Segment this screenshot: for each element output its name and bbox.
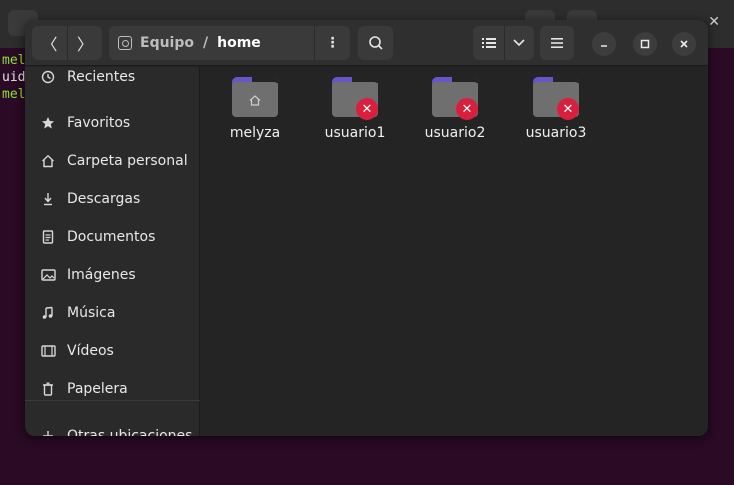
view-options-button[interactable] xyxy=(503,26,534,60)
maximize-button[interactable] xyxy=(633,32,657,56)
list-view-icon xyxy=(481,38,496,48)
view-switcher xyxy=(473,26,534,60)
sidebar-item-label: Otras ubicaciones xyxy=(67,428,193,436)
close-button[interactable] xyxy=(672,32,696,56)
sidebar-item-recientes[interactable]: Recientes xyxy=(25,59,200,95)
back-button[interactable]: 〈 xyxy=(32,26,67,60)
path-bar[interactable]: Equipo / home ⋮ xyxy=(109,26,350,60)
sidebar-item-label: Imágenes xyxy=(67,267,136,283)
star-icon xyxy=(39,114,57,132)
file-view: melyza ✕ usuario1 ✕ usuario2 ✕ usuario3 xyxy=(201,67,708,436)
search-button[interactable] xyxy=(358,26,393,60)
sidebar-item-descargas[interactable]: Descargas xyxy=(25,181,200,217)
minimize-button[interactable] xyxy=(592,32,616,56)
file-name: usuario1 xyxy=(324,125,386,141)
main-menu-button[interactable] xyxy=(540,26,574,60)
file-name: melyza xyxy=(229,125,281,141)
path-menu-button[interactable]: ⋮ xyxy=(314,26,350,60)
search-icon xyxy=(368,36,383,50)
sidebar-item-label: Recientes xyxy=(67,69,136,85)
terminal-line: mel xyxy=(2,53,26,68)
image-icon xyxy=(39,266,57,284)
maximize-icon xyxy=(640,39,650,49)
path-segment-equipo[interactable]: Equipo xyxy=(140,35,194,51)
folder-item-usuario3[interactable]: ✕ usuario3 xyxy=(506,77,606,157)
home-icon xyxy=(248,94,262,106)
trash-icon xyxy=(39,380,57,398)
file-manager-window: 〈 〉 Equipo / home ⋮ Recientes Favoritos … xyxy=(25,20,708,436)
terminal-line: uid xyxy=(2,70,26,85)
sidebar-item-label: Vídeos xyxy=(67,343,114,359)
navigation-buttons: 〈 〉 xyxy=(32,26,102,60)
sidebar-item-label: Papelera xyxy=(67,381,128,397)
close-icon xyxy=(680,40,688,48)
sidebar-item-documentos[interactable]: Documentos xyxy=(25,219,200,255)
chevron-down-icon xyxy=(513,39,525,47)
folder-item-melyza[interactable]: melyza xyxy=(205,77,305,157)
sidebar-item-imagenes[interactable]: Imágenes xyxy=(25,257,200,293)
sidebar-item-label: Música xyxy=(67,305,116,321)
no-access-icon: ✕ xyxy=(557,98,579,120)
terminal-output: mel uid mel xyxy=(2,52,25,103)
hamburger-icon xyxy=(551,38,563,48)
download-icon xyxy=(39,190,57,208)
sidebar-divider xyxy=(25,400,200,401)
sidebar-item-carpeta-personal[interactable]: Carpeta personal xyxy=(25,143,200,179)
sidebar-item-favoritos[interactable]: Favoritos xyxy=(25,105,200,141)
folder-icon xyxy=(232,77,278,117)
sidebar-item-label: Favoritos xyxy=(67,115,131,131)
path-segment-home[interactable]: home xyxy=(217,35,261,51)
terminal-close-icon[interactable]: ✕ xyxy=(708,14,720,30)
sidebar-item-musica[interactable]: Música xyxy=(25,295,200,331)
terminal-line: mel xyxy=(2,87,26,102)
no-access-icon: ✕ xyxy=(356,98,378,120)
sidebar-item-otras-ubicaciones[interactable]: Otras ubicaciones xyxy=(25,418,200,436)
file-name: usuario2 xyxy=(424,125,486,141)
sidebar-item-label: Descargas xyxy=(67,191,141,207)
sidebar-item-label: Documentos xyxy=(67,229,156,245)
sidebar-item-videos[interactable]: Vídeos xyxy=(25,333,200,369)
folder-icon: ✕ xyxy=(332,77,378,120)
file-name: usuario3 xyxy=(525,125,587,141)
forward-button[interactable]: 〉 xyxy=(67,26,102,60)
sidebar: Recientes Favoritos Carpeta personal Des… xyxy=(25,67,200,436)
music-icon xyxy=(39,304,57,322)
sidebar-item-label: Carpeta personal xyxy=(67,153,188,169)
folder-icon: ✕ xyxy=(432,77,478,120)
folder-item-usuario1[interactable]: ✕ usuario1 xyxy=(305,77,405,157)
document-icon xyxy=(39,228,57,246)
drive-icon xyxy=(118,36,132,50)
video-icon xyxy=(39,342,57,360)
sidebar-item-papelera[interactable]: Papelera xyxy=(25,371,200,407)
home-icon xyxy=(39,152,57,170)
folder-icon: ✕ xyxy=(533,77,579,120)
minimize-icon xyxy=(601,45,607,47)
folder-item-usuario2[interactable]: ✕ usuario2 xyxy=(405,77,505,157)
plus-icon xyxy=(39,427,57,436)
path-separator: / xyxy=(203,35,209,51)
list-view-button[interactable] xyxy=(474,26,504,60)
clock-icon xyxy=(39,68,57,86)
no-access-icon: ✕ xyxy=(456,98,478,120)
